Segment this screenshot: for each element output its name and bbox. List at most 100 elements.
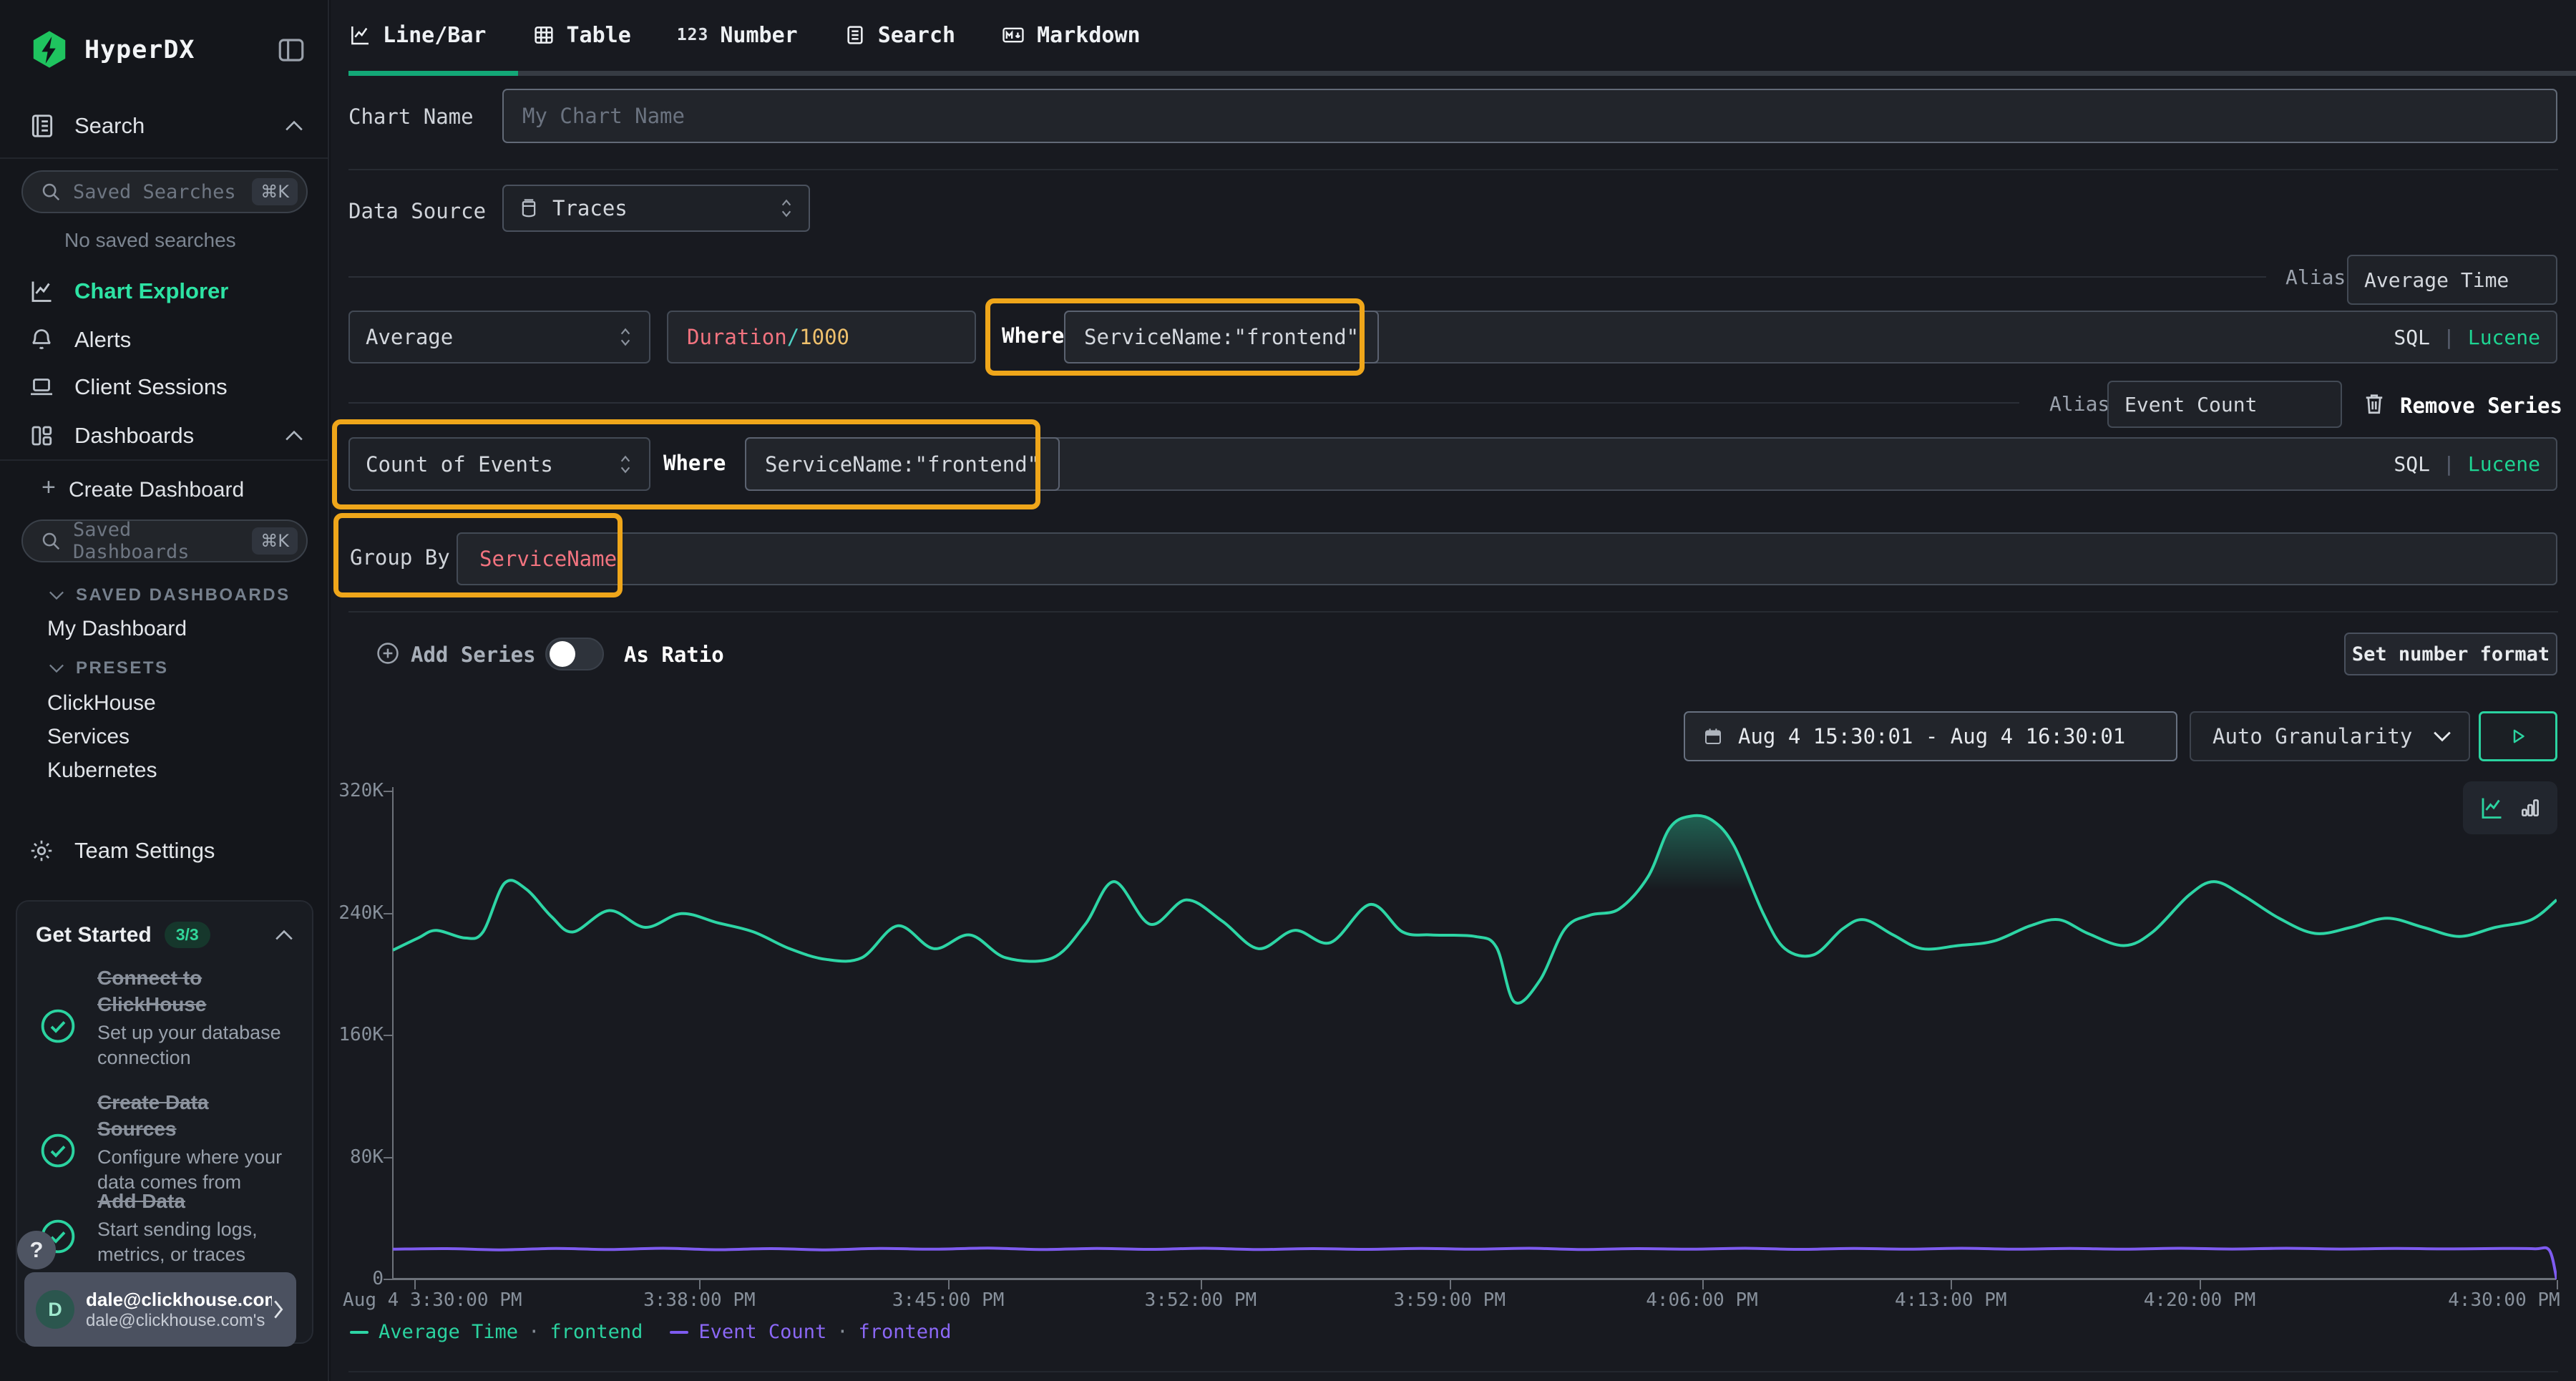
help-button[interactable]: ? (17, 1231, 56, 1269)
field-token: 1000 (799, 325, 849, 349)
series1-where-input[interactable]: ServiceName:"frontend" SQL | Lucene (1064, 311, 2557, 363)
series1-alias-input[interactable]: Average Time (2347, 255, 2557, 305)
checklist-item[interactable]: Add Data Start sending logs, metrics, or… (39, 1188, 298, 1267)
field-token: / (787, 325, 799, 349)
updown-caret-icon (618, 454, 633, 475)
sidebar-item-client-sessions[interactable]: Client Sessions (0, 365, 329, 409)
y-axis-tick (384, 1035, 392, 1036)
tab-table[interactable]: Table (532, 23, 631, 48)
granularity-select[interactable]: Auto Granularity (2190, 711, 2470, 761)
dashboard-link-my-dashboard[interactable]: My Dashboard (47, 617, 187, 641)
tab-label: Line/Bar (383, 23, 487, 48)
tab-markdown[interactable]: Markdown (1001, 23, 1141, 48)
as-ratio-label: As Ratio (624, 643, 724, 667)
series1-language-switch[interactable]: SQL | Lucene (2394, 312, 2540, 362)
brand-title: HyperDX (84, 36, 195, 64)
dashboards-grid-icon (29, 423, 54, 449)
search-icon (40, 530, 62, 552)
sidebar-item-label: Team Settings (74, 838, 303, 864)
tabs-underline-track (348, 71, 2576, 76)
checklist-item[interactable]: Connect to ClickHouse Set up your databa… (39, 965, 298, 1070)
user-subtitle: dale@clickhouse.com's (86, 1311, 272, 1331)
sidebar-item-label: Chart Explorer (74, 278, 303, 304)
sidebar-item-team-settings[interactable]: Team Settings (0, 829, 329, 873)
group-by-input[interactable]: ServiceName (457, 532, 2557, 585)
tab-number[interactable]: 123 Number (677, 23, 798, 48)
checklist-title: Create Data Sources (97, 1089, 289, 1142)
preset-link-clickhouse[interactable]: ClickHouse (47, 691, 156, 716)
user-menu[interactable]: D dale@clickhouse.com dale@clickhouse.co… (24, 1272, 296, 1347)
saved-searches-input[interactable]: Saved Searches ⌘K (21, 170, 308, 213)
tab-label: Search (878, 23, 955, 48)
granularity-value: Auto Granularity (2212, 724, 2412, 748)
series2-where-input[interactable]: ServiceName:"frontend" SQL | Lucene (745, 437, 2557, 491)
timeseries-chart[interactable] (393, 787, 2557, 1279)
lucene-option[interactable]: Lucene (2468, 326, 2540, 349)
hyperdx-logo-icon (29, 29, 70, 71)
chart-name-input[interactable]: My Chart Name (502, 89, 2557, 143)
sidebar: HyperDX Search Saved Searches ⌘K No save… (0, 0, 329, 1381)
divider (0, 157, 328, 159)
legend-series-name[interactable]: Average Time (379, 1321, 518, 1343)
divider (348, 169, 2558, 170)
series2-alias-input[interactable]: Event Count (2107, 381, 2342, 428)
as-ratio-toggle[interactable] (545, 638, 604, 670)
series2-alias-value: Event Count (2124, 393, 2257, 416)
chevron-down-icon (49, 590, 64, 600)
sidebar-section-search[interactable]: Search (0, 104, 329, 147)
lucene-option[interactable]: Lucene (2468, 452, 2540, 476)
sidebar-item-chart-explorer[interactable]: Chart Explorer (0, 269, 329, 313)
series2-aggregation-select[interactable]: Count of Events (348, 437, 650, 491)
get-started-badge: 3/3 (165, 922, 210, 948)
divider (348, 611, 2558, 613)
saved-dashboards-input[interactable]: Saved Dashboards ⌘K (21, 519, 308, 562)
y-axis-tick-label: 0 (331, 1268, 384, 1289)
legend-series-group[interactable]: frontend (858, 1321, 951, 1343)
series1-alias-value: Average Time (2364, 268, 2509, 292)
tab-line-bar[interactable]: Line/Bar (348, 23, 487, 48)
create-dashboard-button[interactable]: Create Dashboard (69, 478, 244, 502)
play-icon (2507, 726, 2529, 747)
series1-field-input[interactable]: Duration/1000 (667, 311, 976, 363)
series1-where-label: Where (1002, 323, 1064, 348)
add-series-button[interactable]: Add Series (411, 643, 536, 667)
group-header-label: PRESETS (76, 658, 169, 678)
chart-name-label: Chart Name (348, 104, 474, 129)
group-presets[interactable]: PRESETS (49, 658, 169, 678)
series2-language-switch[interactable]: SQL | Lucene (2394, 439, 2540, 489)
data-source-select[interactable]: Traces (502, 185, 810, 232)
divider (348, 1371, 2558, 1372)
plus-circle-icon[interactable] (376, 641, 400, 665)
checklist-title: Connect to ClickHouse (97, 965, 289, 1018)
checklist-item[interactable]: Create Data Sources Configure where your… (39, 1089, 298, 1195)
series1-aggregation-select[interactable]: Average (348, 311, 650, 363)
legend-series-name[interactable]: Event Count (698, 1321, 826, 1343)
sql-option[interactable]: SQL (2394, 326, 2430, 349)
collapse-sidebar-icon[interactable] (276, 35, 306, 65)
y-axis-tick (384, 913, 392, 914)
set-number-format-button[interactable]: Set number format (2344, 633, 2557, 675)
group-saved-dashboards[interactable]: SAVED DASHBOARDS (49, 585, 291, 605)
preset-link-services[interactable]: Services (47, 725, 130, 749)
chevron-down-icon (49, 663, 64, 673)
checklist-desc: Start sending logs, metrics, or traces (97, 1217, 289, 1267)
trash-icon[interactable] (2361, 391, 2387, 416)
run-query-button[interactable] (2479, 711, 2557, 761)
y-axis-tick (384, 1279, 392, 1280)
check-circle-icon (39, 982, 77, 1070)
sql-option[interactable]: SQL (2394, 452, 2430, 476)
chevron-up-icon[interactable] (275, 929, 293, 941)
search-icon (40, 181, 62, 202)
preset-link-kubernetes[interactable]: Kubernetes (47, 758, 157, 783)
series2-where-query[interactable]: ServiceName:"frontend" (745, 437, 1060, 491)
sidebar-item-dashboards[interactable]: Dashboards (0, 414, 329, 458)
remove-series-button[interactable]: Remove Series (2400, 394, 2562, 418)
legend-series-group[interactable]: frontend (550, 1321, 643, 1343)
sidebar-item-alerts[interactable]: Alerts (0, 318, 329, 362)
tab-search[interactable]: Search (844, 23, 955, 48)
time-range-picker[interactable]: Aug 4 15:30:01 - Aug 4 16:30:01 (1684, 711, 2177, 761)
divider (0, 459, 328, 461)
x-axis-tick-label: 4:13:00 PM (1895, 1289, 2007, 1311)
series1-where-query[interactable]: ServiceName:"frontend" (1064, 311, 1379, 363)
tab-label: Markdown (1037, 23, 1141, 48)
